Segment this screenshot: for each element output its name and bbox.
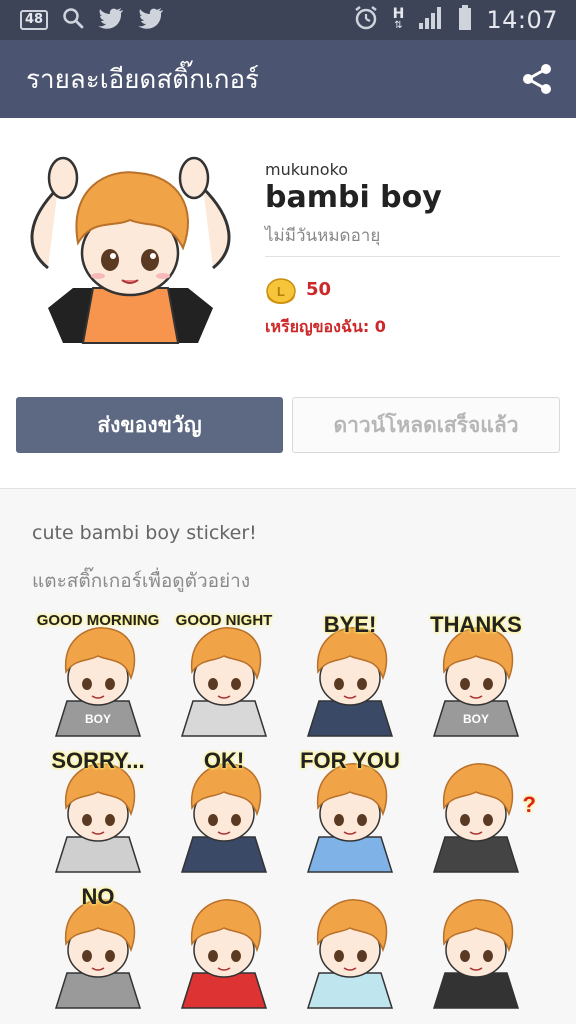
search-icon	[62, 7, 84, 33]
clock: 14:07	[486, 6, 558, 34]
sticker-description: cute bambi boy sticker!	[32, 522, 257, 544]
alarm-icon	[353, 5, 379, 35]
sticker-header: mukunoko bambi boy ไม่มีวันหมดอายุ L 50 …	[0, 118, 576, 488]
sticker-item[interactable]	[284, 878, 416, 1010]
divider	[0, 488, 576, 489]
page-title: รายละเอียดสติ๊กเกอร์	[26, 64, 260, 95]
download-complete-button: ดาวน์โหลดเสร็จแล้ว	[292, 397, 560, 453]
sticker-item[interactable]: NO	[32, 878, 164, 1010]
my-coins-label: เหรียญของฉัน: 0	[265, 317, 386, 336]
status-bar: 48 H ⇅ 14:07	[0, 0, 576, 40]
share-icon[interactable]	[520, 62, 554, 96]
sticker-caption: THANKS	[430, 612, 522, 637]
network-type-label: H	[392, 6, 405, 22]
sticker-item[interactable]	[158, 878, 290, 1010]
sticker-shirt-text: BOY	[462, 712, 489, 726]
sticker-item[interactable]: FOR YOU	[284, 742, 416, 874]
sticker-item[interactable]: THANKS BOY	[410, 606, 542, 738]
sticker-caption: ?	[522, 792, 536, 817]
price-value: 50	[306, 279, 332, 300]
sticker-character-icon	[180, 899, 268, 1009]
sticker-caption: FOR YOU	[300, 748, 400, 773]
sticker-item[interactable]: OK!	[158, 742, 290, 874]
send-gift-button[interactable]: ส่งของขวัญ	[16, 397, 283, 453]
main-sticker-image	[18, 148, 244, 348]
signal-icon	[418, 6, 444, 34]
preview-hint: แตะสติ๊กเกอร์เพื่อดูตัวอย่าง	[32, 570, 251, 592]
sticker-item[interactable]: BYE!	[284, 606, 416, 738]
app-bar: รายละเอียดสติ๊กเกอร์	[0, 40, 576, 118]
sticker-caption: BYE!	[323, 612, 377, 637]
sticker-caption: GOOD MORNING	[36, 612, 160, 629]
notification-count-badge: 48	[20, 10, 49, 30]
sticker-shirt-text: BOY	[84, 712, 111, 726]
sticker-caption: OK!	[203, 748, 245, 773]
coin-icon: L	[265, 275, 297, 307]
sticker-name: bambi boy	[265, 180, 442, 215]
sticker-character-icon	[306, 899, 394, 1009]
sticker-caption: SORRY...	[51, 748, 145, 773]
sticker-caption: NO	[81, 884, 115, 909]
battery-icon	[458, 5, 472, 35]
network-type-icon: H ⇅	[392, 6, 405, 31]
sticker-character-icon	[432, 899, 520, 1009]
sticker-item[interactable]: SORRY...	[32, 742, 164, 874]
sticker-item[interactable]	[410, 878, 542, 1010]
sticker-item[interactable]: GOOD NIGHT	[158, 606, 290, 738]
author-name: mukunoko	[265, 160, 349, 179]
sticker-item[interactable]: ?	[410, 742, 542, 874]
validity-label: ไม่มีวันหมดอายุ	[265, 226, 381, 246]
divider	[265, 256, 560, 257]
sticker-caption: GOOD NIGHT	[175, 612, 273, 629]
twitter-icon	[98, 7, 124, 33]
svg-text:L: L	[277, 284, 285, 299]
sticker-item[interactable]: GOOD MORNING BOY	[32, 606, 164, 738]
twitter-icon	[138, 7, 164, 33]
